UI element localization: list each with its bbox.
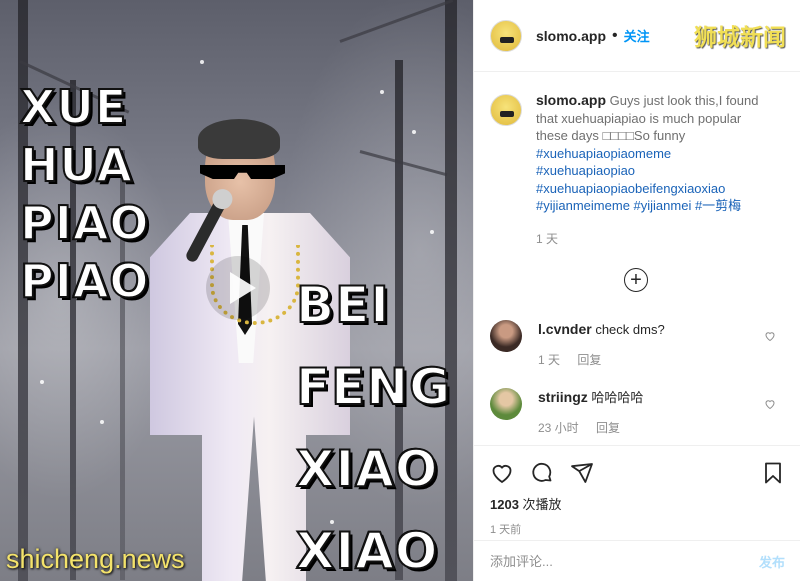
- snowflake: [412, 130, 416, 134]
- avatar[interactable]: [490, 19, 522, 52]
- separator-dot: •: [612, 26, 618, 44]
- snowflake: [380, 90, 384, 94]
- add-comment-bar: 发布: [474, 540, 800, 581]
- lyric-line: PIAO: [19, 253, 150, 309]
- like-comment-heart-icon[interactable]: [764, 398, 776, 410]
- brand-watermark: 狮城新闻: [694, 24, 786, 50]
- comment-text: check dms?: [595, 322, 665, 337]
- play-icon[interactable]: [206, 256, 270, 320]
- watermark: shicheng.news: [6, 544, 185, 574]
- like-comment-heart-icon[interactable]: [764, 330, 776, 342]
- snowflake: [200, 60, 204, 64]
- hashtag-link[interactable]: #xuehuapiaopiao: [536, 162, 768, 180]
- comment-timestamp: 23 小时: [538, 421, 579, 435]
- comment-input[interactable]: [490, 553, 759, 569]
- overlay-lyrics-right: BEI FENG XIAO XIAO: [295, 264, 452, 581]
- hashtag-link[interactable]: #xuehuapiaopiaomeme: [536, 145, 768, 163]
- comments-area[interactable]: slomo.app Guys just look this,I found th…: [474, 72, 800, 445]
- avatar[interactable]: [490, 320, 522, 352]
- overlay-lyrics-left: XUE HUA PIAO PIAO: [19, 78, 150, 310]
- lyric-line: FENG: [295, 357, 452, 417]
- comment-icon[interactable]: [530, 461, 554, 485]
- lyric-line: HUA: [19, 137, 134, 193]
- tree-branch: [339, 0, 454, 43]
- views-label: 次播放: [518, 497, 562, 512]
- lyric-line: XUE: [19, 79, 128, 135]
- reply-button[interactable]: 回复: [577, 353, 601, 367]
- hashtag-link[interactable]: #xuehuapiaopiaobeifengxiaoxiao: [536, 180, 768, 198]
- follow-button[interactable]: 关注: [624, 26, 650, 45]
- share-icon[interactable]: [570, 461, 594, 485]
- hashtag-link[interactable]: #yijianmeimeme #yijianmei #一剪梅: [536, 197, 768, 215]
- comment-item: striingz 哈哈哈哈 23 小时 回复: [490, 388, 790, 437]
- caption: slomo.app Guys just look this,I found th…: [474, 72, 800, 248]
- comment-username[interactable]: striingz: [538, 389, 588, 405]
- comment-text: 哈哈哈哈: [591, 390, 644, 405]
- views-number: 1203: [490, 497, 519, 512]
- hashtag-list: #xuehuapiaopiaomeme #xuehuapiaopiao #xue…: [536, 145, 768, 215]
- post-timestamp: 1 天前: [490, 524, 522, 536]
- reply-button[interactable]: 回复: [596, 421, 620, 435]
- lyric-line: XIAO: [295, 439, 439, 499]
- heart-icon[interactable]: [490, 461, 514, 485]
- lyric-line: XIAO: [295, 521, 439, 581]
- header-username[interactable]: slomo.app: [536, 28, 606, 44]
- post-media[interactable]: XUE HUA PIAO PIAO BEI FENG XIAO XIAO shi…: [0, 0, 473, 581]
- view-count: 1203 次播放: [490, 494, 785, 513]
- comment-item: l.cvnder check dms? 1 天 回复: [490, 320, 790, 369]
- caption-username[interactable]: slomo.app: [536, 92, 606, 108]
- snowflake: [430, 230, 434, 234]
- avatar[interactable]: [490, 94, 522, 126]
- publish-button[interactable]: 发布: [759, 552, 785, 571]
- avatar[interactable]: [490, 388, 522, 420]
- post-panel: slomo.app • 关注 狮城新闻 slomo.app Guys just …: [473, 0, 800, 581]
- snowflake: [40, 380, 44, 384]
- lyric-line: BEI: [295, 275, 390, 335]
- lyric-line: PIAO: [19, 195, 150, 251]
- comment-timestamp: 1 天: [538, 353, 561, 367]
- post-actions: 1203 次播放 1 天前: [474, 445, 800, 545]
- bookmark-icon[interactable]: [761, 461, 785, 485]
- snowflake: [100, 420, 104, 424]
- post-header: slomo.app • 关注 狮城新闻: [474, 0, 800, 72]
- hair: [198, 119, 280, 159]
- tree-branch: [359, 150, 448, 177]
- comment-username[interactable]: l.cvnder: [538, 321, 592, 337]
- load-more-comments-icon[interactable]: +: [624, 268, 648, 292]
- caption-timestamp: 1 天: [536, 231, 559, 246]
